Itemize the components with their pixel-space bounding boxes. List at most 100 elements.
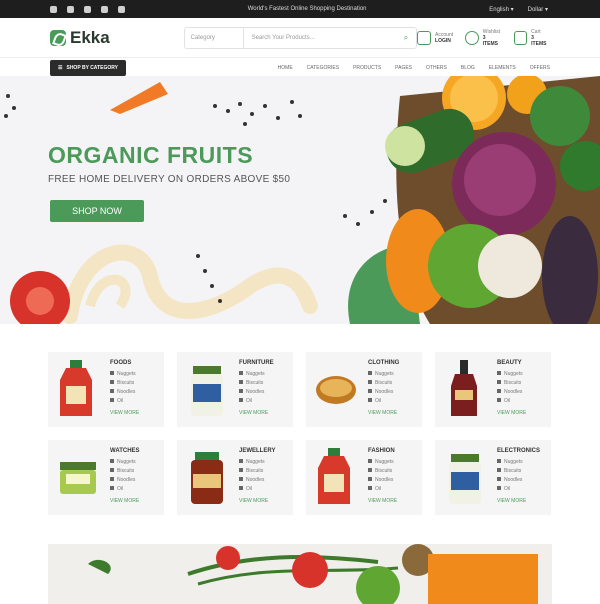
twitter-icon[interactable] bbox=[67, 5, 74, 13]
youtube-icon[interactable] bbox=[84, 5, 91, 13]
category-subitem[interactable]: Nuggets bbox=[110, 370, 136, 379]
category-list: Nuggets Biscuits Noodles Oil bbox=[239, 458, 265, 494]
category-subitem[interactable]: Oil bbox=[239, 485, 265, 494]
category-subitem[interactable]: Oil bbox=[497, 485, 523, 494]
category-title: FURNITURE bbox=[239, 360, 274, 366]
category-subitem[interactable]: Nuggets bbox=[368, 370, 394, 379]
category-subitem[interactable]: Noodles bbox=[239, 388, 265, 397]
category-card-clothing[interactable]: CLOTHING Nuggets Biscuits Noodles Oil VIEW … bbox=[306, 352, 422, 427]
search-icon[interactable]: ⌕ bbox=[396, 33, 416, 43]
view-more-link[interactable]: VIEW MORE bbox=[497, 498, 526, 504]
category-title: ELECTRONICS bbox=[497, 448, 541, 454]
category-subitem[interactable]: Oil bbox=[239, 397, 265, 406]
category-title: JEWELLERY bbox=[239, 448, 276, 454]
account-value: LOGIN bbox=[435, 37, 451, 44]
category-list: Nuggets Biscuits Noodles Oil bbox=[110, 458, 136, 494]
nav-menu: HOME CATEGORIES PRODUCTS PAGES OTHERS BL… bbox=[278, 65, 550, 71]
cart-button[interactable]: Cart 3 ITEMS bbox=[513, 28, 550, 47]
linkedin-icon[interactable] bbox=[118, 5, 125, 13]
product-thumbnail bbox=[451, 360, 477, 416]
nav-item-others[interactable]: OTHERS bbox=[426, 65, 447, 71]
category-title: WATCHES bbox=[110, 448, 140, 454]
category-subitem[interactable]: Biscuits bbox=[368, 379, 394, 388]
search-input[interactable]: Search Your Products... bbox=[244, 35, 396, 41]
category-card-fashion[interactable]: FASHION Nuggets Biscuits Noodles Oil VIEW M… bbox=[306, 440, 422, 515]
category-subitem[interactable]: Nuggets bbox=[368, 458, 394, 467]
category-subitem[interactable]: Noodles bbox=[368, 388, 394, 397]
search-bar: Category Search Your Products... ⌕ bbox=[183, 26, 418, 49]
logo[interactable]: Ekka bbox=[50, 28, 144, 48]
view-more-link[interactable]: VIEW MORE bbox=[368, 410, 397, 416]
view-more-link[interactable]: VIEW MORE bbox=[497, 410, 526, 416]
wishlist-count: 3 ITEMS bbox=[482, 34, 499, 47]
category-subitem[interactable]: Oil bbox=[497, 397, 523, 406]
facebook-icon[interactable] bbox=[50, 5, 57, 13]
banner-illustration bbox=[88, 544, 538, 604]
nav-item-pages[interactable]: PAGES bbox=[395, 65, 412, 71]
category-card-furniture[interactable]: FURNITURE Nuggets Biscuits Noodles Oil VIEW… bbox=[177, 352, 293, 427]
category-subitem[interactable]: Oil bbox=[110, 485, 136, 494]
welcome-text: World's Fastest Online Shopping Destinat… bbox=[247, 6, 367, 12]
product-thumbnail bbox=[191, 452, 223, 504]
category-title: BEAUTY bbox=[497, 360, 522, 366]
category-title: CLOTHING bbox=[368, 360, 400, 366]
category-subitem[interactable]: Noodles bbox=[368, 476, 394, 485]
category-list: Nuggets Biscuits Noodles Oil bbox=[497, 370, 523, 406]
shop-now-button[interactable]: SHOP NOW bbox=[50, 200, 144, 222]
category-card-foods[interactable]: FOODS Nuggets Biscuits Noodles Oil VIEW MOR… bbox=[48, 352, 164, 427]
nav-item-categories[interactable]: CATEGORIES bbox=[307, 65, 339, 71]
category-subitem[interactable]: Nuggets bbox=[239, 458, 265, 467]
category-subitem[interactable]: Noodles bbox=[497, 388, 523, 397]
category-card-beauty[interactable]: BEAUTY Nuggets Biscuits Noodles Oil VIEW MO… bbox=[435, 352, 551, 427]
menu-icon: ☰ bbox=[58, 65, 63, 71]
category-subitem[interactable]: Biscuits bbox=[239, 379, 265, 388]
category-title: FASHION bbox=[368, 448, 395, 454]
category-subitem[interactable]: Noodles bbox=[110, 388, 136, 397]
category-subitem[interactable]: Oil bbox=[368, 485, 394, 494]
category-card-watches[interactable]: WATCHES Nuggets Biscuits Noodles Oil VIEW M… bbox=[48, 440, 164, 515]
shop-by-category-button[interactable]: ☰ SHOP BY CATEGORY bbox=[50, 60, 126, 76]
category-subitem[interactable]: Biscuits bbox=[497, 379, 523, 388]
account-label: Account bbox=[435, 31, 454, 38]
category-subitem[interactable]: Noodles bbox=[110, 476, 136, 485]
language-select[interactable]: English ▾ bbox=[489, 6, 513, 13]
search-category-select[interactable]: Category bbox=[185, 27, 244, 48]
nav-item-home[interactable]: HOME bbox=[278, 65, 293, 71]
shop-by-category-label: SHOP BY CATEGORY bbox=[66, 65, 118, 71]
user-icon bbox=[417, 30, 432, 45]
category-list: Nuggets Biscuits Noodles Oil bbox=[110, 370, 136, 406]
category-subitem[interactable]: Biscuits bbox=[368, 467, 394, 476]
instagram-icon[interactable] bbox=[101, 5, 108, 13]
currency-select[interactable]: Dollar ▾ bbox=[528, 6, 548, 13]
category-subitem[interactable]: Oil bbox=[110, 397, 136, 406]
category-subitem[interactable]: Oil bbox=[368, 397, 394, 406]
nav-item-products[interactable]: PRODUCTS bbox=[353, 65, 381, 71]
view-more-link[interactable]: VIEW MORE bbox=[239, 498, 268, 504]
category-card-jewellery[interactable]: JEWELLERY Nuggets Biscuits Noodles Oil VIEW… bbox=[177, 440, 293, 515]
category-subitem[interactable]: Biscuits bbox=[110, 467, 136, 476]
view-more-link[interactable]: VIEW MORE bbox=[239, 410, 268, 416]
category-subitem[interactable]: Biscuits bbox=[497, 467, 523, 476]
category-subitem[interactable]: Nuggets bbox=[239, 370, 265, 379]
category-subitem[interactable]: Nuggets bbox=[497, 458, 523, 467]
product-thumbnail bbox=[60, 462, 96, 494]
view-more-link[interactable]: VIEW MORE bbox=[110, 498, 139, 504]
category-title: FOODS bbox=[110, 360, 132, 366]
nav-item-elements[interactable]: ELEMENTS bbox=[489, 65, 516, 71]
wishlist-button[interactable]: Wishlist 3 ITEMS bbox=[465, 29, 501, 47]
category-subitem[interactable]: Noodles bbox=[239, 476, 265, 485]
category-subitem[interactable]: Nuggets bbox=[110, 458, 136, 467]
category-list: Nuggets Biscuits Noodles Oil bbox=[368, 370, 394, 406]
cart-label: Cart bbox=[531, 28, 541, 35]
category-subitem[interactable]: Biscuits bbox=[239, 467, 265, 476]
view-more-link[interactable]: VIEW MORE bbox=[368, 498, 397, 504]
category-card-electronics[interactable]: ELECTRONICS Nuggets Biscuits Noodles Oil VI… bbox=[435, 440, 551, 515]
category-subitem[interactable]: Noodles bbox=[497, 476, 523, 485]
category-subitem[interactable]: Nuggets bbox=[497, 370, 523, 379]
account-button[interactable]: Account LOGIN bbox=[417, 29, 453, 47]
view-more-link[interactable]: VIEW MORE bbox=[110, 410, 139, 416]
nav-item-blog[interactable]: BLOG bbox=[461, 65, 475, 71]
category-subitem[interactable]: Biscuits bbox=[110, 379, 136, 388]
promo-banner[interactable] bbox=[48, 544, 552, 604]
nav-item-offers[interactable]: OFFERS bbox=[530, 65, 550, 71]
